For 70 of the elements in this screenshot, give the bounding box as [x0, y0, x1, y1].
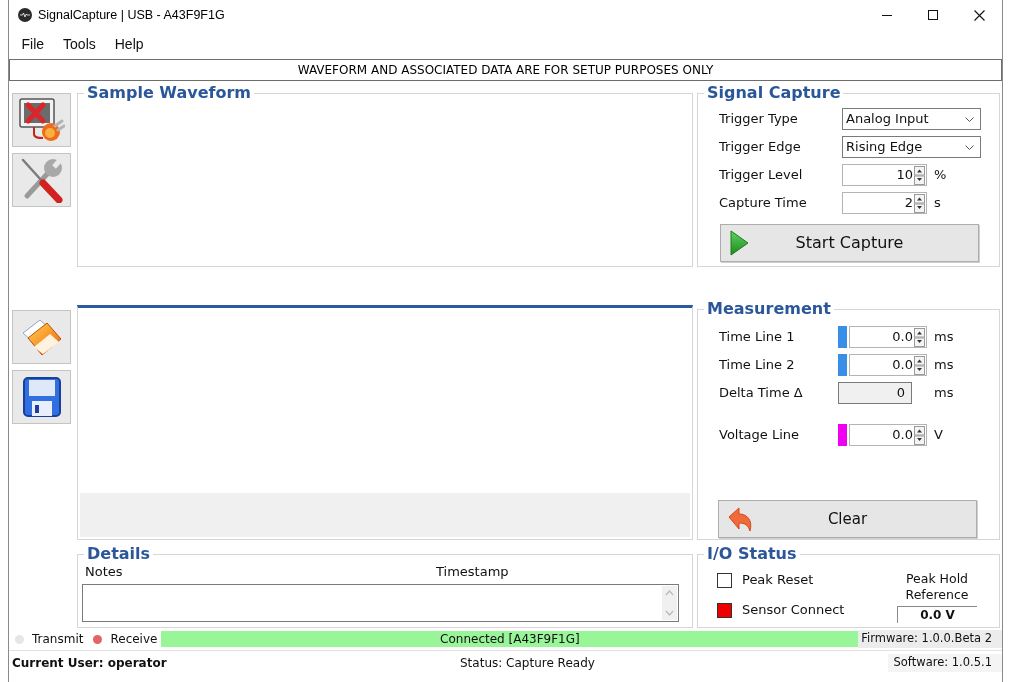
spinner-arrows-icon[interactable] [914, 425, 925, 445]
open-button[interactable] [12, 310, 71, 364]
field-label: Time Line 2 [719, 357, 796, 373]
number-field[interactable]: 0.0 [849, 354, 927, 376]
peak-hold-label: Peak Hold Reference [904, 571, 970, 603]
unit-label: ms [934, 357, 954, 373]
number-field[interactable]: 0.0 [849, 326, 927, 348]
panel-title: Details [86, 545, 152, 563]
field-label: Capture Time [719, 195, 808, 211]
column-header: Notes [84, 564, 124, 580]
field-label: Delta Time Δ [719, 385, 804, 401]
waveform-logo-icon [18, 8, 32, 22]
peak-value-field: 0.0 V [897, 606, 977, 623]
field-label: Trigger Edge [719, 139, 802, 155]
menu-item[interactable]: Tools [53, 35, 106, 53]
maximize-icon [928, 10, 938, 20]
field-label: Trigger Type [719, 111, 799, 127]
number-field[interactable]: 10 [842, 164, 927, 186]
checkbox[interactable] [717, 572, 732, 588]
monitor-cross-plug-icon [18, 98, 65, 142]
unit-label: ms [934, 329, 954, 345]
unit-label: V [934, 427, 943, 443]
spinner-arrows-icon[interactable] [914, 355, 925, 375]
unit-label: ms [934, 385, 954, 401]
spinner-arrows-icon[interactable] [914, 193, 925, 213]
close-icon [973, 9, 985, 21]
light-label: Transmit [32, 631, 84, 647]
start-capture-button[interactable]: Start Capture [720, 224, 979, 262]
firmware-version: Firmware: 1.0.0.Beta 2 [858, 630, 1002, 648]
menu-item[interactable]: Help [105, 35, 154, 53]
number-field[interactable]: 2 [842, 192, 927, 214]
chevron-down-icon [965, 144, 974, 150]
spinner-arrows-icon[interactable] [914, 165, 925, 185]
output-field: 0 [838, 382, 912, 404]
folder-icon [20, 317, 63, 357]
unit-label: s [934, 195, 941, 211]
field-label: Trigger Level [719, 167, 804, 183]
dropdown[interactable]: Analog Input [842, 108, 981, 130]
undo-arrow-icon [728, 506, 753, 532]
unit-label: % [934, 167, 947, 183]
current-user-label: Current User: operator [12, 655, 168, 671]
dropdown[interactable]: Rising Edge [842, 136, 981, 158]
disconnect-button[interactable] [12, 93, 71, 147]
minimize-icon [882, 14, 892, 16]
notice-banner: WAVEFORM AND ASSOCIATED DATA ARE FOR SETUP PURPOSES ONLY [9, 59, 1002, 81]
status-text: Status: Capture Ready [460, 655, 595, 671]
tools-icon [19, 157, 64, 203]
field-label: Voltage Line [719, 427, 800, 443]
panel-title: Sample Waveform [86, 84, 253, 102]
indicator-label: Sensor Connect [742, 602, 845, 618]
software-version: Software: 1.0.5.1 [887, 654, 1002, 672]
clear-button[interactable]: Clear [718, 500, 977, 538]
menu-item[interactable]: File [12, 35, 54, 53]
indicator-label: Peak Reset [742, 572, 814, 588]
connection-status-bar: Connected [A43F9F1G] [161, 631, 859, 647]
chevron-down-icon [965, 116, 974, 122]
field-label: Time Line 1 [719, 329, 796, 345]
tools-button[interactable] [12, 153, 71, 207]
play-icon [730, 230, 749, 256]
light-label: Receive [110, 631, 158, 647]
save-button[interactable] [12, 370, 71, 424]
panel-title: Signal Capture [706, 84, 842, 102]
column-header: Timestamp [436, 564, 509, 580]
panel-title: I/O Status [706, 545, 798, 563]
spinner-arrows-icon[interactable] [914, 327, 925, 347]
window-title: SignalCapture | USB - A43F9F1G [38, 7, 225, 23]
number-field[interactable]: 0.0 [849, 424, 927, 446]
panel-title: Measurement [706, 300, 832, 318]
scrollbar[interactable] [662, 585, 677, 620]
notes-field[interactable] [82, 583, 679, 622]
